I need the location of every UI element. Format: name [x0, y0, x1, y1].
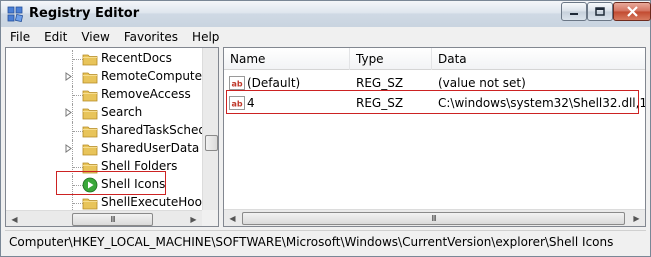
list-horizontal-scroll-thumb[interactable]: III: [242, 212, 625, 225]
tree-item[interactable]: RemoteComputer: [6, 68, 207, 86]
folder-icon: [82, 123, 98, 139]
menu-help[interactable]: Help: [185, 30, 226, 44]
value-name: (Default): [247, 76, 301, 90]
tree-horizontal-scrollbar[interactable]: ◀ III ▶: [6, 210, 202, 226]
title-bar: Registry Editor: [0, 0, 651, 27]
scroll-left-icon[interactable]: ◀: [224, 210, 241, 226]
folder-icon: [82, 195, 98, 211]
minimize-button[interactable]: [561, 2, 587, 21]
scroll-left-icon[interactable]: ◀: [6, 211, 23, 226]
tree-item[interactable]: Search: [6, 104, 202, 122]
scroll-right-icon[interactable]: ▶: [628, 210, 645, 226]
status-bar: Computer\HKEY_LOCAL_MACHINE\SOFTWARE\Mic…: [5, 230, 646, 252]
tree-item-label: RemoteComputer: [101, 69, 207, 83]
column-header-type[interactable]: Type: [350, 48, 432, 70]
tree-item-label: Search: [101, 105, 143, 119]
tree-item-label: SharedTaskSchedul: [101, 123, 217, 137]
tree-item-label: ShellExecuteHooks: [101, 195, 216, 209]
tree-item-label: RemoveAccess: [101, 87, 191, 101]
tree-item[interactable]: RemoveAccess: [6, 86, 202, 104]
window-title: Registry Editor: [29, 6, 140, 21]
close-button[interactable]: [613, 2, 651, 21]
folder-icon: [82, 87, 98, 103]
minimize-icon: [570, 12, 578, 15]
tree-vertical-scroll-thumb[interactable]: [205, 135, 218, 151]
tree-horizontal-scroll-thumb[interactable]: III: [72, 213, 153, 226]
tree-item-label: RecentDocs: [101, 51, 172, 65]
folder-icon: [82, 51, 98, 67]
folder-icon: [82, 69, 98, 85]
maximize-icon: [595, 6, 605, 16]
key-tree[interactable]: RecentDocs RemoteComputer RemoveAccess Sear…: [5, 47, 219, 227]
column-header-data[interactable]: Data: [432, 48, 645, 70]
tree-item[interactable]: SharedTaskSchedul: [6, 122, 217, 140]
expand-arrow-icon[interactable]: [64, 144, 73, 153]
string-value-icon: ab: [229, 75, 245, 91]
column-header-name[interactable]: Name: [224, 48, 350, 70]
tree-item[interactable]: SharedUserData: [6, 140, 202, 158]
list-header: Name Type Data: [224, 48, 645, 70]
menu-file[interactable]: File: [3, 30, 37, 44]
scroll-right-icon[interactable]: ▶: [185, 211, 202, 226]
tree-vertical-scrollbar[interactable]: [202, 48, 218, 210]
folder-icon: [82, 141, 98, 157]
selected-key-highlight: [56, 171, 166, 195]
value-type: REG_SZ: [356, 76, 404, 90]
menu-view[interactable]: View: [74, 30, 116, 44]
registry-editor-icon: [7, 6, 24, 23]
tree-item[interactable]: RecentDocs: [6, 50, 202, 68]
list-horizontal-scrollbar[interactable]: ◀ III ▶: [224, 209, 645, 226]
expand-arrow-icon[interactable]: [64, 72, 73, 81]
menu-favorites[interactable]: Favorites: [117, 30, 185, 44]
expand-arrow-icon[interactable]: [64, 108, 73, 117]
value-data: (value not set): [438, 76, 526, 90]
folder-icon: [82, 105, 98, 121]
maximize-button[interactable]: [587, 2, 613, 21]
svg-text:ab: ab: [231, 80, 242, 89]
scroll-corner: [202, 210, 218, 226]
selected-value-highlight: [226, 90, 639, 114]
values-list[interactable]: Name Type Data ab (Default) REG_SZ (value n…: [223, 47, 646, 227]
menu-edit[interactable]: Edit: [37, 30, 74, 44]
menu-bar: File Edit View Favorites Help: [0, 27, 651, 47]
close-icon: [626, 6, 638, 17]
tree-item-label: SharedUserData: [101, 141, 200, 155]
